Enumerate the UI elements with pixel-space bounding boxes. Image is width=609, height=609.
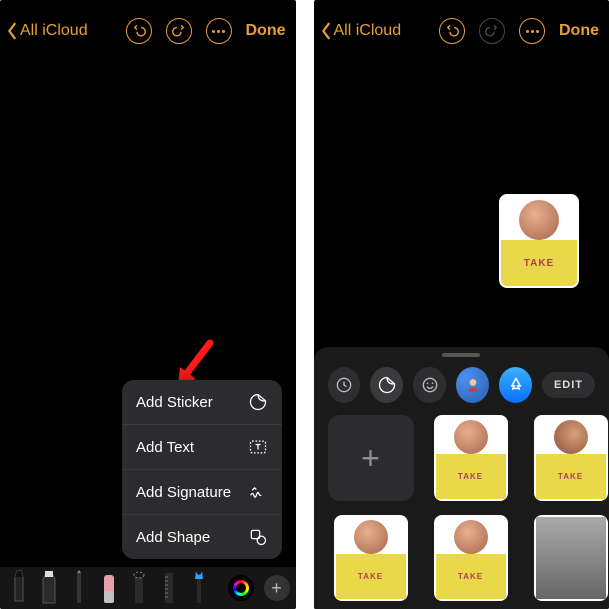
signature-icon	[248, 482, 268, 502]
sticker-item[interactable]: TAKE	[328, 515, 414, 601]
markup-toolbar: +	[0, 567, 296, 609]
top-right-controls: Done	[439, 18, 599, 44]
more-button[interactable]	[206, 18, 232, 44]
sticker-item[interactable]: TAKE	[428, 515, 514, 601]
sticker-icon	[377, 375, 397, 395]
sticker-shirt: TAKE	[501, 240, 577, 286]
eraser-tool[interactable]	[96, 569, 122, 605]
add-sticker-cell[interactable]: +	[328, 415, 414, 501]
ellipsis-icon	[526, 30, 539, 33]
drawer-grabber[interactable]	[442, 353, 480, 357]
sticker-drawer: EDIT + TAKE TAKE TAKE TAKE	[314, 347, 609, 609]
sticker-icon	[248, 392, 268, 412]
memoji-icon	[463, 375, 483, 395]
chevron-left-icon	[320, 22, 332, 40]
sticker-face	[519, 200, 559, 240]
undo-icon	[445, 24, 459, 38]
clock-icon	[334, 375, 354, 395]
top-bar: All iCloud Done	[0, 12, 296, 54]
tab-recents[interactable]	[328, 367, 361, 403]
color-picker[interactable]	[228, 575, 254, 601]
edit-button[interactable]: EDIT	[542, 372, 595, 398]
brush-tool[interactable]	[186, 569, 212, 605]
pen-tool[interactable]	[6, 569, 32, 605]
pencil-tool[interactable]	[66, 569, 92, 605]
add-menu: Add Sticker Add Text Add Signature Add S…	[122, 380, 282, 559]
menu-label: Add Text	[136, 439, 194, 456]
menu-label: Add Shape	[136, 529, 210, 546]
ruler-tool[interactable]	[156, 569, 182, 605]
done-button[interactable]: Done	[246, 22, 286, 40]
undo-icon	[132, 24, 146, 38]
done-button[interactable]: Done	[559, 22, 599, 40]
placed-sticker[interactable]: TAKE	[499, 194, 579, 288]
tab-stickers[interactable]	[370, 367, 403, 403]
phone-right: All iCloud Done TAKE	[314, 0, 609, 609]
back-button[interactable]: All iCloud	[320, 22, 402, 40]
menu-label: Add Sticker	[136, 394, 213, 411]
undo-button[interactable]	[439, 18, 465, 44]
chevron-left-icon	[6, 22, 18, 40]
top-right-controls: Done	[126, 18, 286, 44]
status-bar	[0, 0, 296, 12]
back-label: All iCloud	[20, 22, 88, 40]
emoji-icon	[420, 375, 440, 395]
ellipsis-icon	[212, 30, 225, 33]
redo-button[interactable]	[479, 18, 505, 44]
sticker-grid: + TAKE TAKE TAKE TAKE	[314, 415, 609, 601]
add-button[interactable]: +	[264, 575, 290, 601]
status-bar	[314, 0, 609, 12]
back-label: All iCloud	[334, 22, 402, 40]
redo-icon	[172, 24, 186, 38]
menu-add-text[interactable]: Add Text	[122, 425, 282, 470]
drawer-tabs: EDIT	[314, 367, 609, 415]
undo-button[interactable]	[126, 18, 152, 44]
phone-left: All iCloud Done Add Sticker Add Te	[0, 0, 296, 609]
appstore-icon	[506, 375, 526, 395]
tab-emoji[interactable]	[413, 367, 446, 403]
marker-tool[interactable]	[36, 569, 62, 605]
shape-icon	[248, 527, 268, 547]
back-button[interactable]: All iCloud	[6, 22, 88, 40]
menu-add-shape[interactable]: Add Shape	[122, 515, 282, 559]
more-button[interactable]	[519, 18, 545, 44]
redo-icon	[485, 24, 499, 38]
menu-add-sticker[interactable]: Add Sticker	[122, 380, 282, 425]
redo-button[interactable]	[166, 18, 192, 44]
sticker-item[interactable]: TAKE	[528, 415, 609, 501]
tab-memoji[interactable]	[456, 367, 489, 403]
menu-add-signature[interactable]: Add Signature	[122, 470, 282, 515]
lasso-tool[interactable]	[126, 569, 152, 605]
sticker-item[interactable]: TAKE	[428, 415, 514, 501]
tab-appstore[interactable]	[499, 367, 532, 403]
text-icon	[248, 437, 268, 457]
menu-label: Add Signature	[136, 484, 231, 501]
sticker-item[interactable]	[528, 515, 609, 601]
